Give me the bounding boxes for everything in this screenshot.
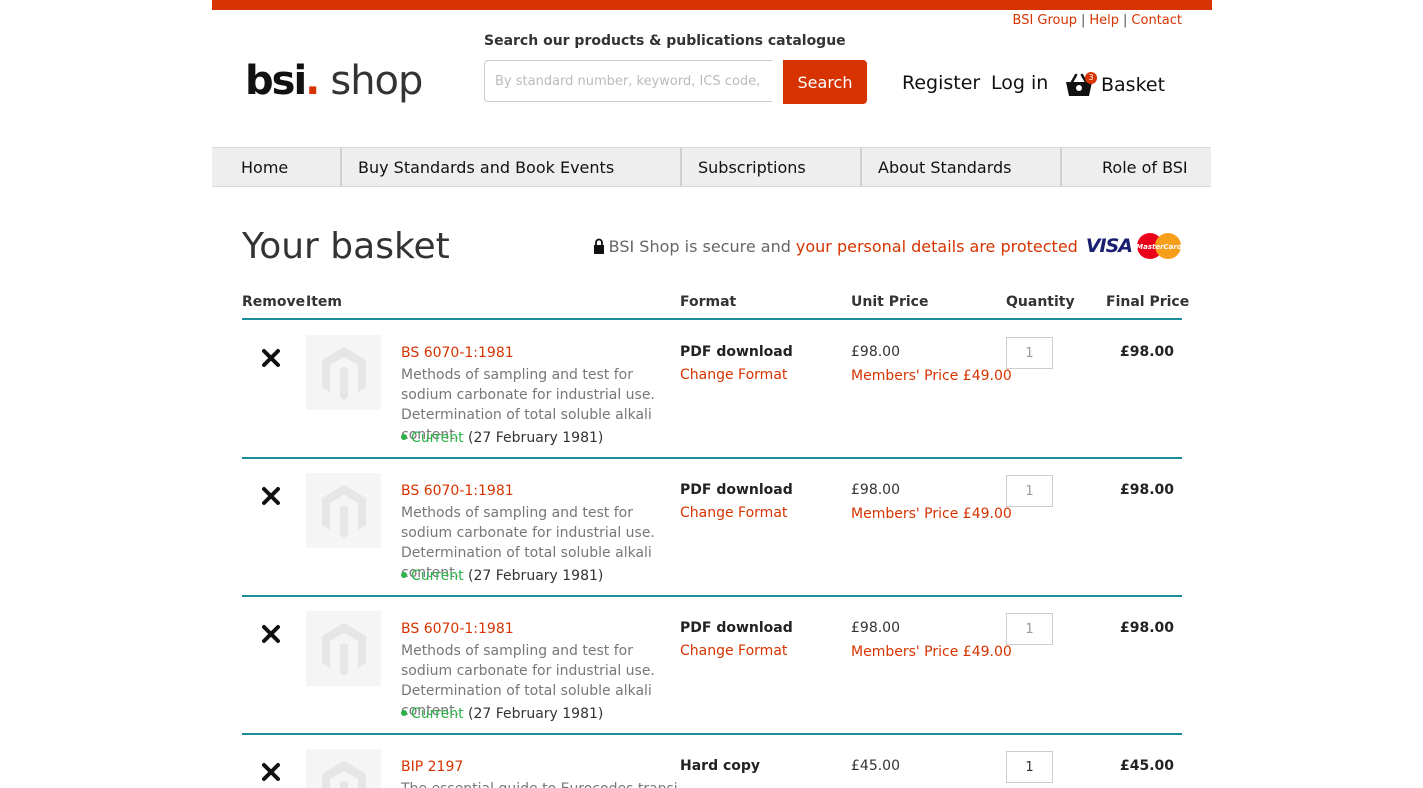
magento-placeholder-icon bbox=[321, 346, 366, 400]
format-label: PDF download bbox=[680, 344, 793, 360]
util-separator: | bbox=[1081, 13, 1086, 28]
status-dot bbox=[401, 572, 407, 578]
nav-about-standards[interactable]: About Standards bbox=[860, 148, 1060, 186]
final-price: £98.00 bbox=[1119, 344, 1174, 360]
remove-x-icon[interactable] bbox=[260, 485, 282, 507]
final-price: £45.00 bbox=[1119, 758, 1174, 774]
members-price: Members' Price £49.00 bbox=[851, 644, 1012, 660]
status-current: Current bbox=[411, 430, 464, 446]
product-status: Current (27 February 1981) bbox=[401, 706, 603, 722]
format-label: PDF download bbox=[680, 620, 793, 636]
basket-row: BS 6070-1:1981 Methods of sampling and t… bbox=[242, 597, 1182, 733]
product-thumbnail[interactable] bbox=[306, 473, 381, 548]
row-divider bbox=[242, 318, 1182, 320]
final-price: £98.00 bbox=[1119, 482, 1174, 498]
unit-price: £45.00 bbox=[851, 758, 900, 774]
product-thumbnail[interactable] bbox=[306, 335, 381, 410]
unit-price: £98.00 bbox=[851, 620, 900, 636]
util-link-contact[interactable]: Contact bbox=[1131, 13, 1182, 28]
th-item: Item bbox=[306, 294, 342, 310]
magento-placeholder-icon bbox=[321, 622, 366, 676]
product-description: The essential guide to Eurocodes transi- bbox=[401, 779, 683, 788]
lock-icon bbox=[593, 238, 604, 254]
product-status: Current (27 February 1981) bbox=[401, 568, 603, 584]
product-sku-link[interactable]: BS 6070-1:1981 bbox=[401, 621, 514, 637]
status-current: Current bbox=[411, 706, 464, 722]
status-date: (27 February 1981) bbox=[468, 430, 604, 446]
status-dot bbox=[401, 434, 407, 440]
quantity-input[interactable] bbox=[1006, 751, 1053, 783]
mastercard-text: MasterCard bbox=[1136, 243, 1182, 251]
th-quantity: Quantity bbox=[1006, 294, 1075, 310]
privacy-link[interactable]: your personal details are protected bbox=[796, 237, 1078, 256]
magento-placeholder-icon bbox=[321, 484, 366, 538]
secure-notice: BSI Shop is secure and your personal det… bbox=[593, 232, 1183, 260]
secure-text: BSI Shop is secure and bbox=[608, 236, 791, 256]
members-price: Members' Price £49.00 bbox=[851, 506, 1012, 522]
change-format-link[interactable]: Change Format bbox=[680, 643, 787, 659]
unit-price: £98.00 bbox=[851, 344, 900, 360]
main-nav: Home Buy Standards and Book Events Subsc… bbox=[212, 147, 1211, 187]
search-label: Search our products & publications catal… bbox=[484, 33, 846, 49]
basket-row: BIP 2197 The essential guide to Eurocode… bbox=[242, 735, 1182, 788]
nav-home[interactable]: Home bbox=[212, 148, 340, 186]
format-label: PDF download bbox=[680, 482, 793, 498]
status-current: Current bbox=[411, 568, 464, 584]
mastercard-logo: MasterCard bbox=[1136, 232, 1183, 260]
th-unit-price: Unit Price bbox=[851, 294, 929, 310]
format-label: Hard copy bbox=[680, 758, 761, 774]
top-accent-bar bbox=[212, 0, 1212, 10]
th-final-price: Final Price bbox=[1106, 294, 1190, 310]
page-title: Your basket bbox=[242, 226, 450, 267]
quantity-input[interactable] bbox=[1006, 337, 1053, 369]
th-remove: Remove bbox=[242, 294, 306, 310]
change-format-link[interactable]: Change Format bbox=[680, 367, 787, 383]
nav-role-of-bsi[interactable]: Role of BSI bbox=[1060, 148, 1211, 186]
bsi-shop-logo[interactable]: bsi. shop bbox=[245, 58, 423, 108]
product-status: Current (27 February 1981) bbox=[401, 430, 603, 446]
basket-count-badge: 3 bbox=[1085, 72, 1097, 84]
remove-x-icon[interactable] bbox=[260, 761, 282, 783]
magento-placeholder-icon bbox=[321, 760, 366, 788]
remove-x-icon[interactable] bbox=[260, 623, 282, 645]
login-link[interactable]: Log in bbox=[991, 72, 1048, 94]
basket-link[interactable]: 3 Basket bbox=[1065, 70, 1165, 100]
product-sku-link[interactable]: BS 6070-1:1981 bbox=[401, 483, 514, 499]
register-link[interactable]: Register bbox=[902, 72, 980, 94]
quantity-input[interactable] bbox=[1006, 613, 1053, 645]
utility-links: BSI Group | Help | Contact bbox=[1013, 13, 1183, 28]
basket-row: BS 6070-1:1981 Methods of sampling and t… bbox=[242, 459, 1182, 595]
unit-price: £98.00 bbox=[851, 482, 900, 498]
nav-buy-standards[interactable]: Buy Standards and Book Events bbox=[340, 148, 680, 186]
util-link-help[interactable]: Help bbox=[1089, 13, 1119, 28]
quantity-input[interactable] bbox=[1006, 475, 1053, 507]
logo-shop: shop bbox=[330, 58, 423, 104]
product-sku-link[interactable]: BIP 2197 bbox=[401, 759, 463, 775]
basket-icon: 3 bbox=[1065, 72, 1097, 98]
product-thumbnail[interactable] bbox=[306, 611, 381, 686]
visa-logo: VISA bbox=[1085, 235, 1133, 257]
th-format: Format bbox=[680, 294, 737, 310]
util-link-bsi-group[interactable]: BSI Group bbox=[1013, 13, 1078, 28]
members-price: Members' Price £49.00 bbox=[851, 368, 1012, 384]
search-input[interactable] bbox=[484, 60, 772, 102]
search-button[interactable]: Search bbox=[783, 60, 867, 104]
nav-subscriptions[interactable]: Subscriptions bbox=[680, 148, 860, 186]
basket-row: BS 6070-1:1981 Methods of sampling and t… bbox=[242, 321, 1182, 457]
logo-bsi: bsi bbox=[245, 58, 307, 104]
page: BSI Group | Help | Contact bsi. shop Search o… bbox=[212, 0, 1212, 788]
status-date: (27 February 1981) bbox=[468, 706, 604, 722]
basket-label: Basket bbox=[1101, 74, 1166, 96]
remove-x-icon[interactable] bbox=[260, 347, 282, 369]
final-price: £98.00 bbox=[1119, 620, 1174, 636]
util-separator: | bbox=[1123, 13, 1128, 28]
status-date: (27 February 1981) bbox=[468, 568, 604, 584]
status-dot bbox=[401, 710, 407, 716]
product-thumbnail[interactable] bbox=[306, 749, 381, 788]
logo-dot: . bbox=[305, 58, 321, 104]
product-sku-link[interactable]: BS 6070-1:1981 bbox=[401, 345, 514, 361]
change-format-link[interactable]: Change Format bbox=[680, 505, 787, 521]
